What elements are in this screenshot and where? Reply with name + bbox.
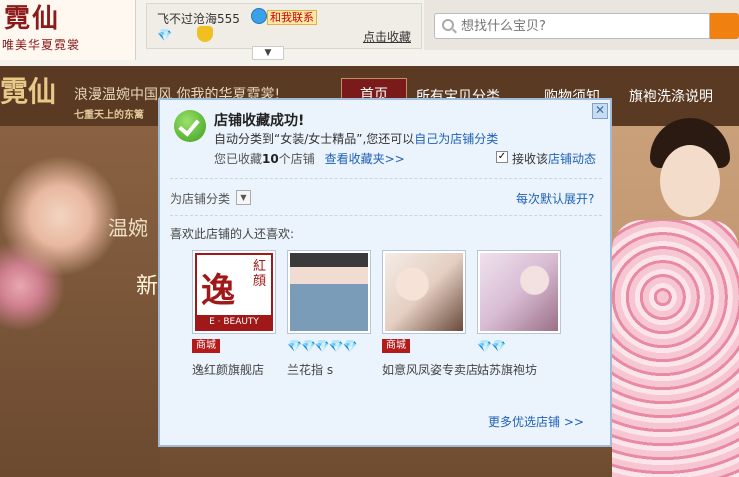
search-icon: [442, 19, 454, 31]
chevron-down-icon[interactable]: ▼: [252, 46, 284, 60]
success-check-icon: [174, 110, 206, 142]
contact-seller-button[interactable]: 和我联系: [267, 10, 317, 25]
shop-updates-link[interactable]: 店铺动态: [548, 152, 596, 166]
search-bar: [424, 0, 739, 50]
add-favorite-link[interactable]: 点击收藏: [363, 28, 411, 45]
seller-rating-diamonds: 💎💎💎💎💎: [287, 339, 358, 353]
consumer-protection-icon: [197, 26, 213, 42]
also-like-label: 喜欢此店铺的人还喜欢:: [170, 227, 295, 241]
shop-logo-sub: E · BEAUTY: [197, 315, 271, 329]
banner-subtitle: 七重天上的东篱: [74, 110, 144, 121]
shop-name[interactable]: 姑苏旗袍坊: [477, 362, 573, 379]
logo-tagline: 唯美华夏霓裳: [2, 38, 81, 52]
wangwang-icon[interactable]: [251, 8, 267, 24]
search-input[interactable]: [434, 13, 710, 39]
more-shops-link[interactable]: 更多优选店铺 >>: [488, 413, 584, 430]
expand-default-link[interactable]: 每次默认展开?: [516, 190, 594, 207]
receive-updates-label: 接收该店铺动态: [512, 150, 596, 167]
category-label: 为店铺分类: [170, 192, 231, 206]
shop-name[interactable]: 逸红颜旗舰店: [192, 362, 288, 379]
tmall-badge: 商城: [382, 339, 410, 353]
diamond-icon: 💎: [157, 28, 172, 42]
shop-logo-char: 逸: [201, 271, 235, 311]
recommended-shop[interactable]: 商城 如意风凤姿专卖店: [382, 250, 478, 377]
favorites-count: 10: [262, 152, 279, 166]
store-logo[interactable]: 霓仙 唯美华夏霓裳: [0, 0, 136, 60]
favorite-success-dialog: ✕ 店铺收藏成功! 自动分类到“女装/女士精品”,您还可以自己为店铺分类 您已收…: [158, 98, 612, 447]
divider: [170, 178, 602, 179]
auto-category-text: 自动分类到“女装/女士精品”,您还可以自己为店铺分类: [214, 130, 498, 147]
seller-name[interactable]: 飞不过沧海555: [157, 10, 240, 27]
favorites-count-text: 您已收藏10个店铺 查看收藏夹>>: [214, 150, 405, 167]
close-icon[interactable]: ✕: [592, 103, 608, 119]
category-dropdown[interactable]: ▼: [236, 190, 251, 205]
shop-name[interactable]: 如意风凤姿专卖店: [382, 362, 478, 379]
shop-name[interactable]: 兰花指 s: [287, 362, 383, 379]
flower-decoration: [0, 126, 160, 477]
receive-prefix: 接收该: [512, 152, 549, 166]
recommended-shop[interactable]: 💎💎 姑苏旗袍坊: [477, 250, 561, 377]
count-suffix: 个店铺: [278, 152, 315, 166]
dialog-title: 店铺收藏成功!: [214, 113, 305, 129]
shop-thumbnail[interactable]: 逸 紅顔 E · BEAUTY: [192, 250, 276, 334]
model-face: [660, 145, 720, 217]
recommended-shop[interactable]: 💎💎💎💎💎 兰花指 s: [287, 250, 371, 377]
top-header: 霓仙 唯美华夏霓裳 飞不过沧海555 和我联系 💎 点击收藏 ▼: [0, 0, 739, 66]
custom-category-link[interactable]: 自己为店铺分类: [414, 132, 498, 146]
tmall-badge: 商城: [192, 339, 220, 353]
shop-thumbnail[interactable]: [382, 250, 466, 334]
receive-updates-checkbox[interactable]: ✓: [496, 151, 508, 163]
shop-thumbnail[interactable]: [477, 250, 561, 334]
shop-thumbnail[interactable]: [287, 250, 371, 334]
auto-category-prefix: 自动分类到“女装/女士精品”,您还可以: [214, 132, 415, 146]
hero-text: 新: [136, 274, 159, 299]
nav-washing-guide[interactable]: 旗袍洗涤说明: [629, 86, 713, 106]
logo-text: 霓仙: [4, 4, 61, 34]
banner-logo: 霓仙: [0, 75, 57, 108]
model-dress: [612, 220, 739, 477]
count-prefix: 您已收藏: [214, 152, 263, 166]
search-button[interactable]: [710, 13, 739, 39]
recommended-shop[interactable]: 逸 紅顔 E · BEAUTY 商城 逸红颜旗舰店: [192, 250, 276, 377]
seller-info: 飞不过沧海555 和我联系 💎 点击收藏: [146, 3, 422, 49]
view-favorites-link[interactable]: 查看收藏夹>>: [325, 152, 405, 166]
shop-logo-side: 紅顔: [253, 259, 267, 289]
seller-rating-diamonds: 💎💎: [477, 339, 506, 353]
hero-text: 温婉: [108, 216, 148, 240]
divider: [170, 215, 602, 216]
